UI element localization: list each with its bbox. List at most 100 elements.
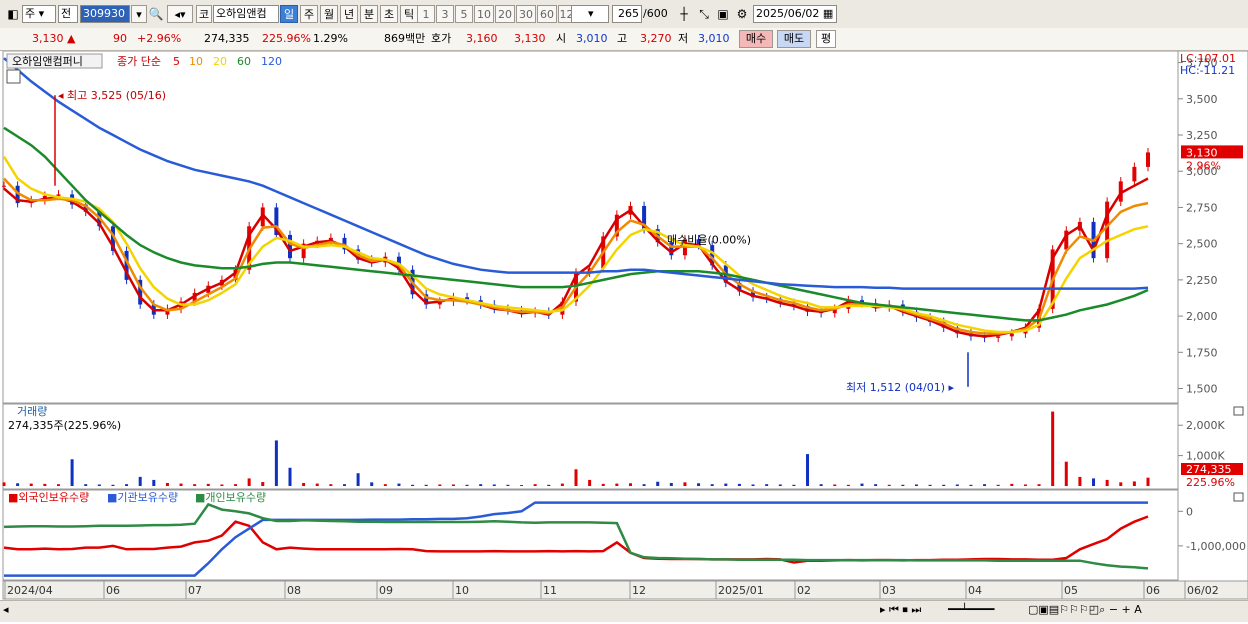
candle-body [56,194,61,196]
interval-3-button[interactable]: 10 [474,5,494,23]
volume-bar [669,482,673,486]
code-input[interactable]: 309930 [80,5,130,23]
stock-chart[interactable]: 1,5001,7502,0002,2502,5002,7503,0003,250… [0,50,1248,621]
holding-legend-1: ■기관보유수량 [107,491,178,504]
trade-amount: 869백만 [384,32,426,45]
kind-button[interactable]: 코 [196,5,212,23]
market-select[interactable]: 주 ▾ [22,5,56,23]
period-4-button[interactable]: 분 [360,5,378,23]
volume-bar [2,482,6,486]
period-0-button[interactable]: 일 [280,5,298,23]
zoom-slider[interactable]: ━━┷━━━━ [948,603,994,616]
ma-legend-label: 종가 단순 [117,55,161,68]
search-icon[interactable]: 🔍 [147,5,165,23]
volume-bar [969,484,973,486]
volume-bar [261,482,265,486]
window-icon[interactable]: ◧ [4,5,22,23]
volume-bar [928,484,932,486]
volume-bar [43,483,47,486]
volume-bar [1078,476,1082,486]
min-annotation: 최저 1,512 (04/01) ▸ [846,381,955,394]
volume-bar [138,476,142,486]
volume-bar [942,484,946,486]
current-price: 3,130 ▲ [32,32,76,45]
interval-2-button[interactable]: 5 [455,5,473,23]
volume-bar [56,484,60,486]
volume-bar [302,482,306,486]
count-total: /600 [643,7,668,20]
volume-bar [329,484,333,486]
volume-bar [383,484,387,486]
volume-bar [97,484,101,486]
volume-bar [846,484,850,486]
interval-dropdown[interactable]: ▾ [571,5,609,23]
volume-value: 274,335 [204,32,250,45]
x-tick-label: 09 [379,584,393,597]
price-tick-label: 3,500 [1186,93,1218,106]
x-tick-label: 04 [968,584,982,597]
period-5-button[interactable]: 초 [380,5,398,23]
buy-button[interactable]: 매수 [739,30,773,48]
volume-bar [165,482,169,486]
bottom-scroll-bar: ◂ ▸ ⏮ ⏹ ⏭ ━━┷━━━━ ▢▣▤⚐⚐⚐◰⌕ − + A [0,600,1248,622]
volume-tick-label: 2,000K [1186,419,1225,432]
price-tick-label: 3,250 [1186,129,1218,142]
x-tick-label: 08 [287,584,301,597]
volume-bar [996,484,1000,486]
period-6-button[interactable]: 틱 [400,5,418,23]
prev-button[interactable]: 전 [58,5,78,23]
calendar-icon [6,69,21,84]
volume-bar [765,484,769,486]
volume-tick-label: 1,000K [1186,450,1225,463]
x-tick-label: 10 [455,584,469,597]
date-input[interactable]: 2025/06/02 ▦ [753,5,837,23]
tools-icon[interactable]: ⤡ [695,5,713,23]
volume-bar [1051,411,1055,486]
volume-panel-value: 274,335주(225.96%) [8,419,121,432]
count-input[interactable]: 265 [612,5,642,23]
price-tick-label: 2,750 [1186,201,1218,214]
volume-bar [697,483,701,486]
sell-button[interactable]: 매도 [777,30,811,48]
candle-icon[interactable]: ┼ [675,5,693,23]
volume-bar [737,483,741,486]
high-label: 고 [617,32,628,45]
interval-4-button[interactable]: 20 [495,5,515,23]
interval-5-button[interactable]: 30 [516,5,536,23]
period-2-button[interactable]: 월 [320,5,338,23]
view-icons[interactable]: ▢▣▤⚐⚐⚐◰⌕ − + A [1028,603,1142,617]
interval-6-button[interactable]: 60 [537,5,557,23]
interval-1-button[interactable]: 3 [436,5,454,23]
volume-panel [2,403,1179,490]
volume-bar [424,484,428,486]
turnover-pct: 1.29% [313,32,348,45]
ask-price-1: 3,160 [466,32,498,45]
period-1-button[interactable]: 주 [300,5,318,23]
price-tick-label: 1,500 [1186,383,1218,396]
save-icon[interactable]: ▣ [714,5,732,23]
holding-legend-0: ■외국인보유수량 [8,491,89,504]
ask-label: 호가 [431,32,452,45]
volume-bar [547,484,551,486]
ma-legend-5: 5 [173,55,180,68]
playback-controls[interactable]: ▸ ⏮ ⏹ ⏭ [880,603,921,617]
x-tick-label: 2024/04 [7,584,53,597]
code-dropdown-icon[interactable]: ▾ [131,5,147,23]
eval-button[interactable]: 평 [816,30,836,48]
volume-bar [901,484,905,486]
price-tick-label: 2,500 [1186,238,1218,251]
scroll-left-icon[interactable]: ◂ [3,603,9,616]
volume-bar [887,484,891,486]
x-tick-label: 05 [1064,584,1078,597]
ma-legend-10: 10 [189,55,203,68]
volume-bar [206,483,210,486]
speaker-icon[interactable]: ◂▾ [167,5,193,23]
gear-icon[interactable]: ⚙ [733,5,751,23]
x-tick-label: 12 [632,584,646,597]
x-tick-label: 06/02 [1187,584,1219,597]
period-3-button[interactable]: 년 [340,5,358,23]
volume-bar [1092,478,1096,486]
x-tick-label: 11 [543,584,557,597]
interval-0-button[interactable]: 1 [417,5,435,23]
stock-name-field[interactable]: 오하임앤컴 [213,5,279,23]
